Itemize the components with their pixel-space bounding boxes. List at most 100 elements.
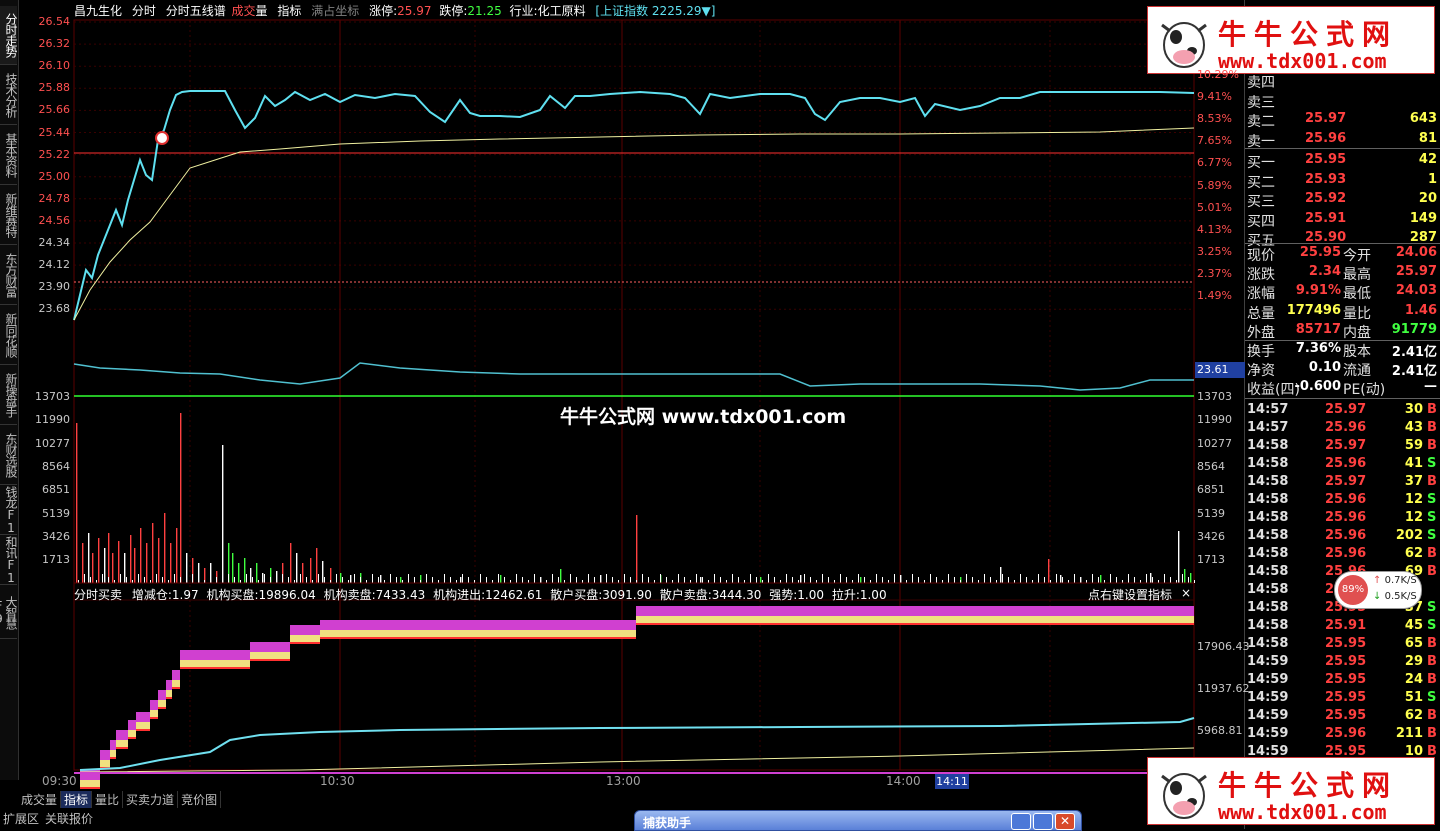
volume-bar [462, 574, 463, 583]
ind-buy-bar [1045, 606, 1194, 616]
ind-sell-bar [80, 780, 100, 788]
volume-bar [396, 577, 397, 583]
ind-buy-bar [290, 625, 320, 635]
tick-volume: 211 [1395, 726, 1423, 741]
ind-part: 机构卖盘:7433.43 [323, 588, 426, 602]
volume-bar [1178, 531, 1180, 583]
tick-time: 14:58 [1247, 564, 1289, 579]
volume-bar [894, 574, 895, 583]
pct-tick-label: 5.01% [1197, 200, 1232, 214]
volume-bar [1044, 577, 1045, 583]
volume-bar [1146, 574, 1147, 583]
volume-bar [990, 577, 991, 583]
center-watermark: 牛牛公式网 www.tdx001.com [560, 406, 847, 428]
tick-price: 25.97 [1325, 402, 1367, 417]
quote-label: 净资 [1247, 363, 1275, 380]
tick-time: 14:58 [1247, 636, 1289, 651]
ind-buy-bar [116, 730, 128, 740]
bottom-tab2-1[interactable]: 关联报价 [42, 810, 96, 827]
volume-bar [930, 574, 931, 583]
ind-sell-bar [180, 660, 250, 668]
price-tick-label: 26.32 [38, 37, 71, 51]
volume-bar [318, 574, 319, 583]
volume-bar [1038, 574, 1039, 583]
ind-sell-bar [128, 730, 136, 738]
volume-bar [246, 574, 247, 583]
ind-part: 强势:1.00 [769, 588, 824, 602]
tick-time: 14:57 [1247, 402, 1289, 417]
volume-bar [126, 577, 127, 583]
ind-sell-bar [150, 710, 158, 718]
watermark-title: 牛牛公式网 [1218, 769, 1399, 802]
volume-bar [112, 553, 114, 583]
bottom-tab-4[interactable]: 竞价图 [178, 791, 222, 808]
volume-bar [378, 577, 379, 583]
maximize-icon[interactable] [1033, 813, 1053, 830]
volume-bar [810, 577, 811, 583]
volume-ratio-line [73, 362, 1194, 391]
volume-bar [684, 577, 685, 583]
net-speed-widget[interactable]: 89% ↑ 0.7K/S ↓ 0.5K/S [1334, 571, 1422, 609]
ind-buy-bar [136, 712, 150, 722]
quote-row: 总量 177496 量比 1.46 [1245, 303, 1440, 322]
volume-bar [1188, 577, 1189, 583]
tick-side: B [1427, 438, 1437, 453]
volume-bar [310, 558, 312, 583]
watermark-url: www.tdx001.com [1218, 49, 1387, 73]
quote-value: 0.10 [1308, 360, 1341, 376]
bottom-tab-0[interactable]: 成交量 [18, 791, 62, 808]
intraday-chart[interactable] [0, 0, 1244, 790]
volume-bar [90, 577, 91, 583]
bottom-tab-3[interactable]: 买卖力道 [123, 791, 179, 808]
volume-bar [296, 553, 298, 583]
volume-bar [162, 577, 163, 583]
price-tick-label: 24.12 [38, 258, 71, 272]
volume-bar [432, 577, 433, 583]
tick-row: 14:58 25.96 202 S [1245, 528, 1440, 546]
tick-volume: 62 [1404, 546, 1423, 561]
close-icon[interactable]: ✕ [1055, 813, 1075, 830]
quote-value: 24.06 [1395, 245, 1437, 260]
quote-value: -0.600 [1294, 379, 1341, 395]
tick-volume: 12 [1404, 492, 1423, 507]
volume-bar [858, 574, 859, 583]
volume-bar [624, 574, 625, 583]
tick-time: 14:58 [1247, 600, 1289, 615]
watermark-title: 牛牛公式网 [1218, 18, 1399, 51]
bottom-tab-2[interactable]: 量比 [92, 791, 124, 808]
volume-bar [828, 577, 829, 583]
volume-bar [324, 577, 325, 583]
tick-price: 25.96 [1325, 456, 1367, 471]
volume-bar [750, 574, 751, 583]
orderbook-price: 25.95 [1305, 152, 1347, 167]
volume-bar [380, 575, 382, 583]
volume-bar [1128, 574, 1129, 583]
ind-tick-label: 17906.43 [1197, 640, 1250, 653]
minimize-icon[interactable] [1011, 813, 1031, 830]
volume-bar [972, 577, 973, 583]
price-tick-label: 23.68 [38, 302, 71, 316]
ind-buy-bar [636, 606, 1045, 616]
vol-tick-label: 3426 [42, 529, 70, 543]
cow-icon [1161, 773, 1207, 819]
quote-row: 净资 0.10 流通 2.41亿 [1245, 360, 1440, 379]
volume-bar [984, 574, 985, 583]
bottom-tab2-0[interactable]: 扩展区 [0, 810, 42, 827]
bottom-tab-1[interactable]: 指标 [61, 791, 93, 808]
tick-volume: 24 [1404, 672, 1423, 687]
capture-helper-window[interactable]: 捕获助手 ✕ [634, 810, 1082, 831]
volume-bar [288, 577, 289, 583]
volume-bar [560, 569, 562, 583]
tick-time: 14:58 [1247, 528, 1289, 543]
volume-bar [414, 577, 415, 583]
ind-sell-bar [136, 722, 150, 730]
tick-price: 25.96 [1325, 726, 1367, 741]
ind-sell-bar [116, 740, 128, 748]
volume-bar [1026, 577, 1027, 583]
tick-side: S [1427, 492, 1437, 507]
indicator-close-icon[interactable]: × [1181, 586, 1191, 600]
indicator-hint[interactable]: 点右键设置指标 [1088, 586, 1172, 603]
volume-bar [156, 574, 157, 583]
orderbook-price: 25.93 [1305, 171, 1347, 187]
speed-up: ↑ 0.7K/S [1373, 575, 1417, 586]
